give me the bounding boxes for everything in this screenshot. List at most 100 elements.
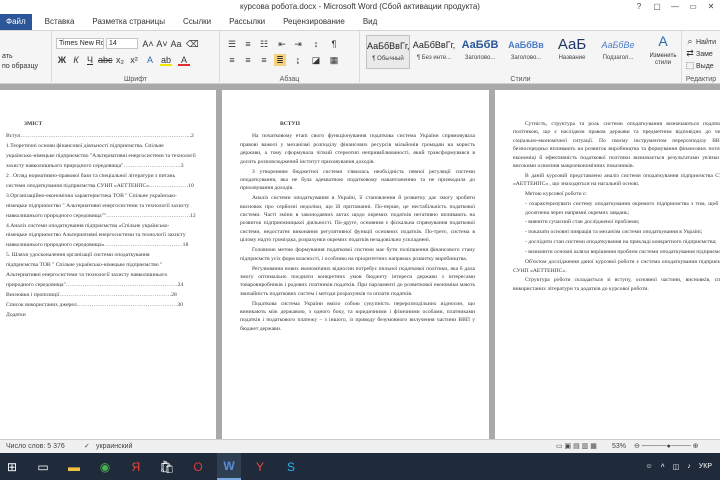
- style-name: Заголово...: [510, 55, 542, 61]
- superscript-icon[interactable]: x²: [128, 54, 140, 66]
- windows-icon[interactable]: ⊞: [0, 453, 24, 480]
- zoom-level[interactable]: 53%: [612, 440, 626, 453]
- yandex-browser-icon[interactable]: Y: [248, 453, 272, 480]
- maximize-button[interactable]: ▭: [684, 0, 702, 14]
- align-left-icon[interactable]: ≡: [226, 54, 238, 66]
- clear-format-icon[interactable]: ⌫: [186, 38, 199, 50]
- explorer-icon[interactable]: ▬: [62, 453, 86, 480]
- align-right-icon[interactable]: ≡: [258, 54, 270, 66]
- change-styles-button[interactable]: A Изменить стили: [646, 34, 680, 67]
- toc-entry: Висновки і пропозиції……………………………………………………: [6, 291, 177, 298]
- clipboard-group: ать по образцу: [0, 31, 52, 84]
- font-color-icon[interactable]: A: [178, 54, 190, 66]
- multilevel-list-icon[interactable]: ☷: [258, 38, 270, 50]
- toc-entry: 5. Шляхи удосконалення організації систе…: [6, 252, 150, 259]
- paste-button[interactable]: ать: [2, 53, 13, 60]
- tab-file[interactable]: Файл: [0, 14, 32, 30]
- network-icon[interactable]: ◫: [673, 463, 680, 471]
- tab-view[interactable]: Вид: [354, 14, 386, 30]
- page-2[interactable]: ВСТУП На початковому етапі свого функціо…: [222, 90, 489, 439]
- line-spacing-icon[interactable]: ↨: [292, 54, 304, 66]
- word-count[interactable]: Число слов: 5 376: [6, 440, 65, 453]
- italic-icon[interactable]: К: [70, 54, 82, 66]
- grow-font-icon[interactable]: A˄: [142, 38, 154, 50]
- bullets-icon[interactable]: ☰: [226, 38, 238, 50]
- word-icon[interactable]: W: [217, 453, 241, 480]
- volume-icon[interactable]: ♪: [687, 463, 691, 470]
- store-icon[interactable]: 🛍: [155, 453, 179, 480]
- highlight-icon[interactable]: ab: [160, 54, 172, 66]
- minimize-button[interactable]: —: [666, 0, 684, 14]
- user-icon[interactable]: ☺: [645, 463, 652, 470]
- subscript-icon[interactable]: x₂: [114, 54, 126, 66]
- toc-entry: німецьке підприємство " Альтернативні ен…: [6, 202, 190, 209]
- page-1[interactable]: ЗМІСТ Вступ………………………………………………………………………………: [0, 90, 216, 439]
- sort-icon[interactable]: ↕: [310, 38, 322, 50]
- page-3-closing: Об'єктом дослідження даної курсової робо…: [513, 258, 720, 293]
- tab-references[interactable]: Ссылки: [174, 14, 220, 30]
- format-painter-button[interactable]: по образцу: [2, 63, 38, 70]
- list-item: - показати основні пиярація та механізм …: [525, 229, 703, 236]
- input-language[interactable]: УКР: [699, 463, 712, 470]
- task-view-icon[interactable]: ▭: [31, 453, 55, 480]
- opera-icon[interactable]: O: [186, 453, 210, 480]
- close-button[interactable]: ✕: [702, 0, 720, 14]
- find-button[interactable]: ⌕ Найти: [684, 35, 716, 47]
- system-tray: ☺ ˄ ◫ ♪ УКР: [645, 453, 720, 480]
- tab-page-layout[interactable]: Разметка страницы: [83, 14, 174, 30]
- replace-icon: ⇄: [686, 48, 694, 58]
- font-size-combo[interactable]: 14: [106, 38, 138, 49]
- help-icon[interactable]: ?: [630, 0, 648, 14]
- table-of-contents: Вступ………………………………………………………………………………..2 1.…: [0, 132, 202, 319]
- style-heading-1[interactable]: АаБбВ Заголово...: [458, 35, 502, 69]
- change-case-icon[interactable]: Аа: [170, 38, 182, 50]
- shrink-font-icon[interactable]: A˅: [156, 38, 168, 50]
- proofing-icon[interactable]: ✓: [84, 440, 90, 453]
- tab-mailings[interactable]: Рассылки: [220, 14, 274, 30]
- toc-entry: навколишнього природного середовища""…………: [6, 212, 196, 219]
- tray-expand-icon[interactable]: ˄: [661, 463, 665, 470]
- paragraph-group: ☰ ≡ ☷ ⇤ ⇥ ↕ ¶ ≡ ≡ ≡ ≣ ↨ ◪ ▦ Абзац: [220, 31, 360, 84]
- zoom-slider[interactable]: ⊖ ─────●──── ⊕: [634, 440, 698, 453]
- bold-icon[interactable]: Ж: [56, 54, 68, 66]
- replace-label: Заме: [696, 51, 713, 58]
- skype-icon[interactable]: S: [279, 453, 303, 480]
- select-button[interactable]: ⬚ Выде: [684, 59, 714, 71]
- style-subtitle[interactable]: АаБбВе Подзагол...: [596, 35, 640, 69]
- font-name-combo[interactable]: Times New Ro: [56, 38, 104, 49]
- view-buttons[interactable]: ▭ ▣ ▤ ▥ ▦: [556, 440, 597, 453]
- language-indicator[interactable]: украинский: [96, 440, 133, 453]
- page-3[interactable]: Сутність, структура та роль системи опод…: [495, 90, 720, 439]
- paragraph: З утворенням бюджетної системи з'явилась…: [240, 168, 475, 192]
- tab-review[interactable]: Рецензирование: [274, 14, 354, 30]
- replace-button[interactable]: ⇄ Заме: [684, 47, 713, 59]
- show-marks-icon[interactable]: ¶: [328, 38, 340, 50]
- tab-insert[interactable]: Вставка: [36, 14, 84, 30]
- toc-heading: ЗМІСТ: [24, 121, 43, 127]
- text-effects-icon[interactable]: A: [144, 54, 156, 66]
- strikethrough-icon[interactable]: abc: [98, 54, 113, 66]
- chrome-icon[interactable]: ◉: [93, 453, 117, 480]
- document-area[interactable]: ЗМІСТ Вступ………………………………………………………………………………: [0, 84, 720, 439]
- shading-icon[interactable]: ◪: [310, 54, 322, 66]
- borders-icon[interactable]: ▦: [328, 54, 340, 66]
- toc-entry: захисту навколишнього природного середов…: [6, 163, 184, 170]
- underline-icon[interactable]: Ч: [84, 54, 96, 66]
- increase-indent-icon[interactable]: ⇥: [292, 38, 304, 50]
- style-no-spacing[interactable]: АаБбВвГг, ¶ Без инте...: [412, 35, 456, 69]
- style-sample: АаБбВвГг,: [412, 40, 456, 50]
- style-title[interactable]: АаБ Название: [550, 35, 594, 69]
- editing-group: ⌕ Найти ⇄ Заме ⬚ Выде Редактир: [682, 31, 720, 84]
- decrease-indent-icon[interactable]: ⇤: [276, 38, 288, 50]
- numbering-icon[interactable]: ≡: [242, 38, 254, 50]
- ribbon-display-icon[interactable]: ▢: [648, 0, 666, 14]
- styles-group-label: Стили: [510, 76, 531, 83]
- justify-icon[interactable]: ≣: [274, 54, 286, 66]
- style-normal[interactable]: АаБбВвГг, ¶ Обычный: [366, 35, 410, 69]
- yandex-icon[interactable]: Я: [124, 453, 148, 480]
- list-item: - дослідити стан системи оподаткування н…: [525, 239, 717, 246]
- style-heading-2[interactable]: АаБбВв Заголово...: [504, 35, 548, 69]
- goals-list: - охарактеризувати систему оподаткування…: [513, 200, 720, 256]
- list-item: - визначити основні шляхи вирішення проб…: [525, 249, 720, 256]
- align-center-icon[interactable]: ≡: [242, 54, 254, 66]
